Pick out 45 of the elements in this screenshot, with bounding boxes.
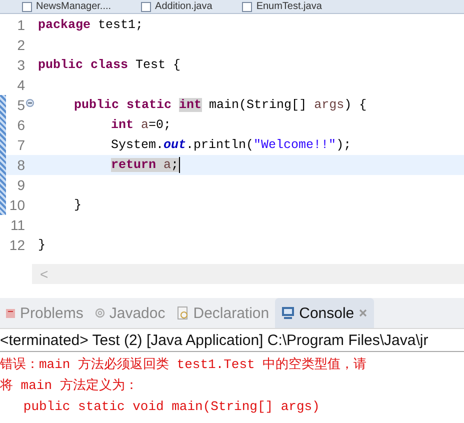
line-number: 8 <box>16 157 25 173</box>
line-number: 12 <box>8 237 25 253</box>
line-number: 6 <box>16 117 25 133</box>
tab-label: Problems <box>20 304 84 322</box>
problems-icon <box>6 307 16 319</box>
code-text: public class Test { <box>38 58 181 72</box>
tab-label: Javadoc <box>109 304 166 322</box>
code-text: System.out.println("Welcome!!"); <box>111 138 352 152</box>
horizontal-scrollbar[interactable]: < <box>32 264 464 284</box>
panel-tab[interactable]: Problems <box>0 298 90 328</box>
document-icon <box>177 306 190 320</box>
file-icon <box>242 2 252 12</box>
line-number: 7 <box>16 137 25 153</box>
file-icon <box>22 2 32 12</box>
scroll-left-arrow[interactable]: < <box>40 266 48 282</box>
line-number: 4 <box>16 77 25 93</box>
panel-tab[interactable]: Declaration <box>171 298 276 328</box>
code-text: return a; <box>111 157 180 173</box>
monitor-icon <box>281 306 296 320</box>
tab-label: Console <box>299 304 354 322</box>
code-text: } <box>74 198 82 212</box>
panel-tab[interactable]: Javadoc <box>89 298 172 328</box>
line-number: 2 <box>16 37 25 53</box>
editor-tab[interactable]: Addition.java <box>141 0 212 13</box>
at-sign-icon <box>95 308 106 318</box>
tab-label: Declaration <box>193 304 270 322</box>
editor-tab[interactable]: NewsManager.... <box>22 0 112 13</box>
line-number: 11 <box>9 217 25 233</box>
line-number: 1 <box>16 17 25 33</box>
file-icon <box>141 2 152 12</box>
editor-tab[interactable]: EnumTest.java <box>242 0 322 13</box>
error-message: public static void main(String[] args) <box>22 398 321 416</box>
console-header: <terminated> Test (2) [Java Application] C:\Program Files\Java\jr <box>0 332 428 348</box>
line-number: 3 <box>16 57 25 73</box>
code-text: public static int main(String[] args) { <box>74 98 367 112</box>
line-number: 9 <box>16 177 25 193</box>
code-text: package test1; <box>38 18 144 32</box>
collapse-icon[interactable] <box>26 99 34 107</box>
line-number: 10 <box>8 197 25 213</box>
error-message: 将 main 方法定义为： <box>0 377 139 395</box>
panel-tab[interactable]: Console <box>275 298 374 328</box>
error-message: 错误：main 方法必须返回类 test1.Test 中的空类型值，请 <box>0 356 368 374</box>
code-text: } <box>38 238 46 252</box>
code-text: int a=0; <box>111 118 172 132</box>
line-number: 5 <box>16 97 25 113</box>
